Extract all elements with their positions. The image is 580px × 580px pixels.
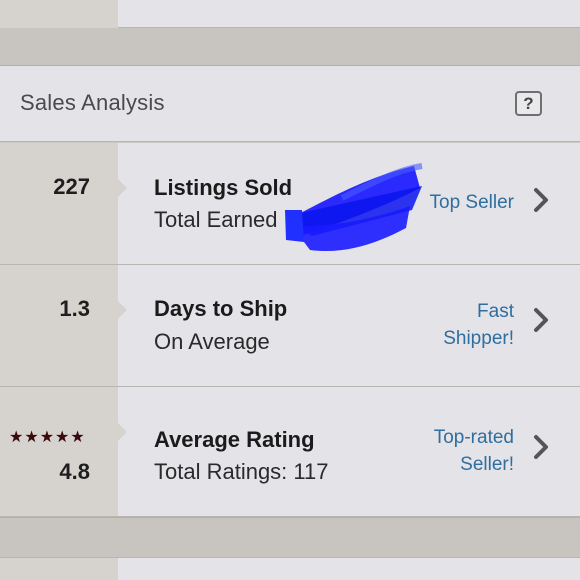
next-card bbox=[0, 557, 580, 580]
stat-column: 1.3 bbox=[0, 265, 127, 386]
redaction-scribble bbox=[285, 163, 423, 252]
badge-line: Seller! bbox=[460, 454, 514, 475]
page-title: Sales Analysis bbox=[20, 90, 165, 115]
stat-column: 227 bbox=[0, 143, 127, 264]
help-button[interactable]: ? bbox=[515, 91, 542, 116]
badge-line: Top Seller bbox=[429, 192, 515, 213]
badge-line: Fast bbox=[477, 301, 514, 322]
days-to-ship-row[interactable]: 1.3 Days to Ship On Average Fast Shipper… bbox=[0, 265, 580, 387]
badge-line: Top-rated bbox=[433, 427, 514, 448]
previous-card-stat-column bbox=[0, 0, 118, 28]
chevron-right-icon bbox=[534, 435, 548, 459]
stat-column: ★★★★★ 4.8 bbox=[0, 387, 127, 516]
chevron-right-icon bbox=[534, 188, 548, 212]
top-seller-badge: Top Seller bbox=[430, 189, 515, 216]
row-title: Average Rating bbox=[154, 427, 315, 452]
row-subtitle: Total Earned bbox=[154, 207, 278, 232]
row-title: Days to Ship bbox=[154, 296, 288, 321]
previous-card bbox=[0, 0, 580, 28]
row-subtitle: Total Ratings: 117 bbox=[154, 459, 329, 484]
next-card-stat-column bbox=[0, 558, 118, 580]
listings-sold-count: 227 bbox=[53, 174, 90, 199]
star-rating-icon: ★★★★★ bbox=[9, 429, 86, 446]
question-icon: ? bbox=[523, 94, 534, 113]
fast-shipper-badge: Fast Shipper! bbox=[443, 298, 514, 352]
top-rated-badge: Top-rated Seller! bbox=[434, 424, 514, 478]
row-subtitle: On Average bbox=[154, 329, 270, 354]
row-title: Listings Sold bbox=[154, 175, 293, 200]
days-to-ship-value: 1.3 bbox=[59, 296, 90, 321]
sales-analysis-header: Sales Analysis bbox=[0, 66, 580, 142]
section-gap bbox=[0, 517, 580, 557]
badge-line: Shipper! bbox=[443, 328, 514, 349]
average-rating-row[interactable]: ★★★★★ 4.8 Average Rating Total Ratings: … bbox=[0, 387, 580, 517]
chevron-right-icon bbox=[534, 308, 548, 332]
average-rating-value: 4.8 bbox=[59, 459, 90, 484]
section-gap bbox=[0, 28, 580, 66]
